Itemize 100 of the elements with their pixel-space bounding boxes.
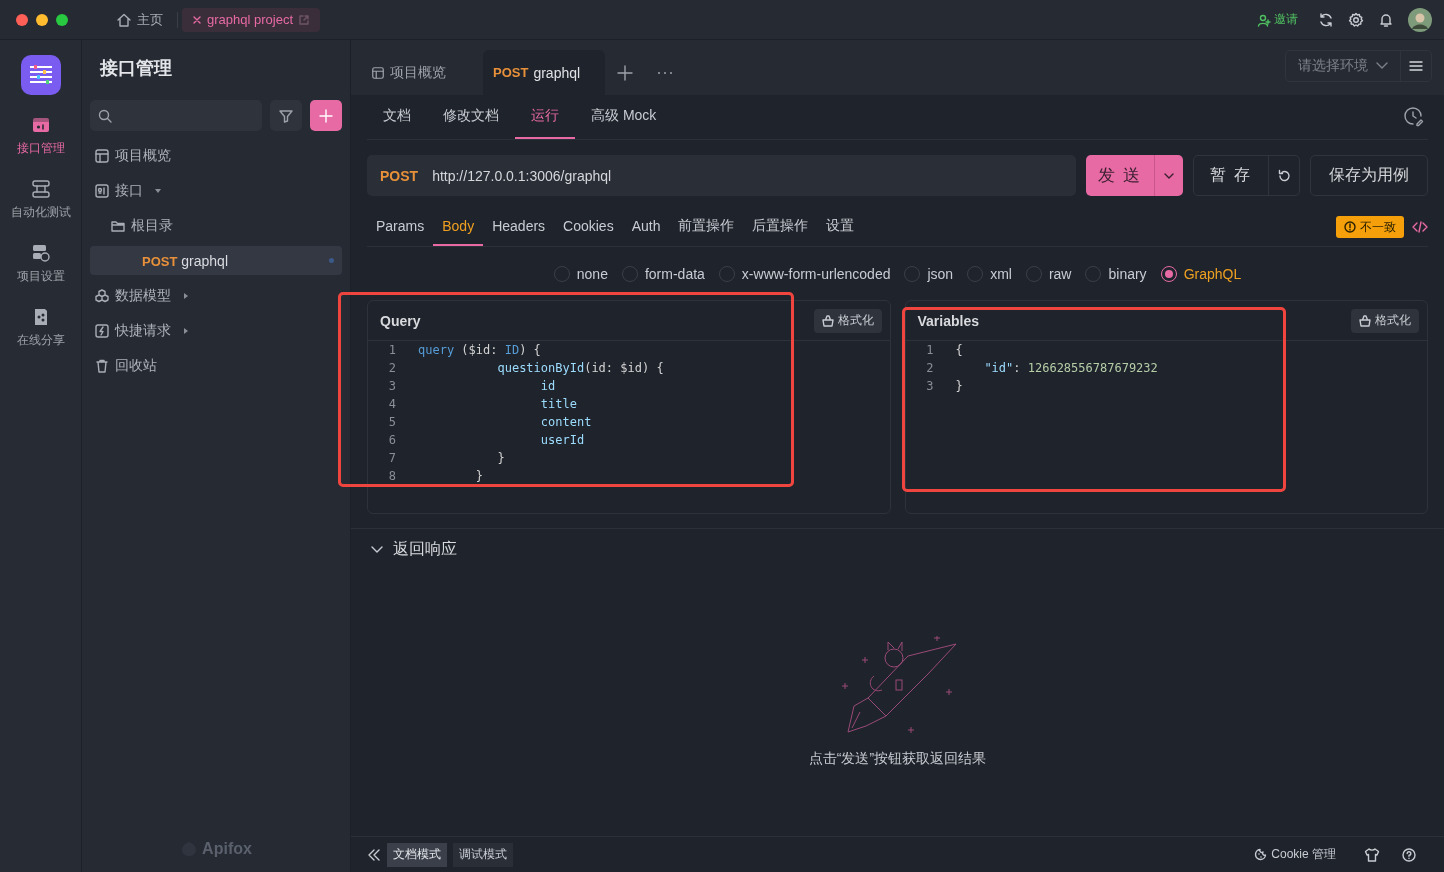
mode-tab[interactable]: 调试模式 xyxy=(453,842,513,867)
close-icon xyxy=(192,14,202,25)
format-button[interactable]: 格式化 xyxy=(1351,308,1419,333)
view-tab[interactable]: 高级 Mock xyxy=(575,95,673,139)
code-line: } xyxy=(496,451,505,465)
search-field[interactable] xyxy=(90,100,263,131)
window-tab[interactable]: graphql project xyxy=(182,7,320,32)
status-dot xyxy=(329,258,334,263)
api-icon xyxy=(94,182,110,199)
param-tab[interactable]: Headers xyxy=(483,208,555,246)
param-tab[interactable]: Auth xyxy=(622,208,670,246)
code-line: "id": 126628556787679232 xyxy=(983,361,1158,375)
code-line: questionById(id: $id) { xyxy=(496,361,664,375)
tree-item[interactable]: 接口 xyxy=(90,176,342,205)
help-icon[interactable] xyxy=(1402,847,1416,862)
save-as-case-button[interactable]: 保存为用例 xyxy=(1310,155,1428,196)
request-tab[interactable]: 项目概览 xyxy=(361,50,483,95)
body-type-option[interactable]: raw xyxy=(1025,265,1072,282)
window-control[interactable] xyxy=(36,13,48,26)
add-button[interactable] xyxy=(310,100,342,131)
code-line: query ($id: ID) { xyxy=(418,343,541,357)
line-number: 2 xyxy=(387,361,396,375)
clock-edit-icon[interactable] xyxy=(1404,107,1424,127)
view-tab[interactable]: 运行 xyxy=(515,95,575,139)
tree-label: 接口 xyxy=(115,181,143,200)
window-control[interactable] xyxy=(16,13,28,26)
chevron-down-icon xyxy=(1376,62,1388,70)
param-tab[interactable]: Body xyxy=(433,208,484,246)
menu-icon[interactable] xyxy=(1409,60,1423,72)
calendar-icon xyxy=(30,115,51,135)
tree-label: 数据模型 xyxy=(115,286,171,305)
param-tab[interactable]: 后置操作 xyxy=(743,208,818,246)
url-field[interactable]: POST http://127.0.0.1:3006/graphql xyxy=(367,155,1076,196)
cookie-button[interactable]: Cookie 管理 xyxy=(1248,845,1342,864)
sync-icon[interactable] xyxy=(1318,11,1334,28)
bell-icon[interactable] xyxy=(1378,11,1394,28)
view-tab[interactable]: 修改文档 xyxy=(427,95,515,139)
caret-icon[interactable] xyxy=(182,326,190,335)
empty-state-message: 点击“发送”按钮获取返回结果 xyxy=(808,750,987,768)
body-type-option[interactable]: form-data xyxy=(621,265,705,282)
body-type-option[interactable]: json xyxy=(904,265,954,282)
external-link-icon xyxy=(298,13,310,26)
body-type-option[interactable]: xml xyxy=(967,265,1012,282)
invite-button[interactable]: 邀请 xyxy=(1251,10,1304,29)
caret-icon[interactable] xyxy=(154,186,162,195)
shirt-icon[interactable] xyxy=(1364,846,1380,863)
plus-icon[interactable] xyxy=(617,64,633,81)
body-type-option[interactable]: none xyxy=(553,265,608,282)
code-line: id xyxy=(539,379,556,393)
line-number: 4 xyxy=(387,397,396,411)
settings-icon[interactable] xyxy=(1348,11,1364,28)
more-icon[interactable] xyxy=(657,70,673,75)
tree-item[interactable]: 根目录 xyxy=(90,211,342,240)
tree-item[interactable]: 数据模型 xyxy=(90,281,342,310)
filter-icon xyxy=(278,107,295,124)
nav-item[interactable]: 自动化测试 xyxy=(10,179,71,221)
cubes-icon xyxy=(94,287,110,304)
filter-button[interactable] xyxy=(270,100,303,131)
tree-label: 项目概览 xyxy=(115,146,171,165)
undo-icon xyxy=(1277,168,1291,183)
nav-item[interactable]: 在线分享 xyxy=(16,307,65,349)
collapse-icon[interactable] xyxy=(367,848,381,861)
tree-label: 回收站 xyxy=(115,356,157,375)
line-number: 8 xyxy=(387,469,396,483)
lightning-icon xyxy=(94,322,110,339)
window-tab[interactable]: 主页 xyxy=(106,7,173,32)
sidebar-title: 接口管理 xyxy=(100,57,173,80)
layout-icon xyxy=(94,147,110,164)
method-label: POST xyxy=(380,167,419,184)
tree-item[interactable]: 快捷请求 xyxy=(90,316,342,345)
code-icon[interactable] xyxy=(1412,221,1428,233)
tree-item[interactable]: POST graphql xyxy=(90,246,342,275)
format-button[interactable]: 格式化 xyxy=(813,308,882,333)
nav-item[interactable]: 接口管理 xyxy=(16,115,65,157)
basket-icon xyxy=(1359,314,1371,327)
search-icon xyxy=(98,108,112,123)
tree-label: 快捷请求 xyxy=(115,321,171,340)
plus-icon xyxy=(319,108,334,123)
param-tab[interactable]: Params xyxy=(367,208,434,246)
mode-tab[interactable]: 文档模式 xyxy=(387,842,447,867)
chevron-down-icon[interactable] xyxy=(371,545,383,554)
request-tab[interactable]: POST graphql xyxy=(483,50,605,95)
param-tab[interactable]: 前置操作 xyxy=(669,208,744,246)
view-tab[interactable]: 文档 xyxy=(367,95,427,139)
body-type-option[interactable]: binary xyxy=(1085,265,1147,282)
param-tab[interactable]: Cookies xyxy=(554,208,623,246)
body-type-option[interactable]: GraphQL xyxy=(1160,265,1242,282)
line-number: 5 xyxy=(387,415,396,429)
param-tab[interactable]: 设置 xyxy=(817,208,864,246)
nav-item[interactable]: 项目设置 xyxy=(16,243,65,285)
code-line: { xyxy=(955,343,963,357)
tree-item[interactable]: 回收站 xyxy=(90,351,342,380)
caret-icon[interactable] xyxy=(182,291,190,300)
avatar-icon[interactable] xyxy=(1408,7,1432,32)
tree-item[interactable]: 项目概览 xyxy=(90,141,342,170)
layout-icon xyxy=(371,65,385,80)
body-type-option[interactable]: x-www-form-urlencoded xyxy=(718,265,891,282)
url-text: http://127.0.0.1:3006/graphql xyxy=(432,167,612,184)
mismatch-badge[interactable]: 不一致 xyxy=(1336,216,1404,238)
window-control[interactable] xyxy=(56,13,68,26)
